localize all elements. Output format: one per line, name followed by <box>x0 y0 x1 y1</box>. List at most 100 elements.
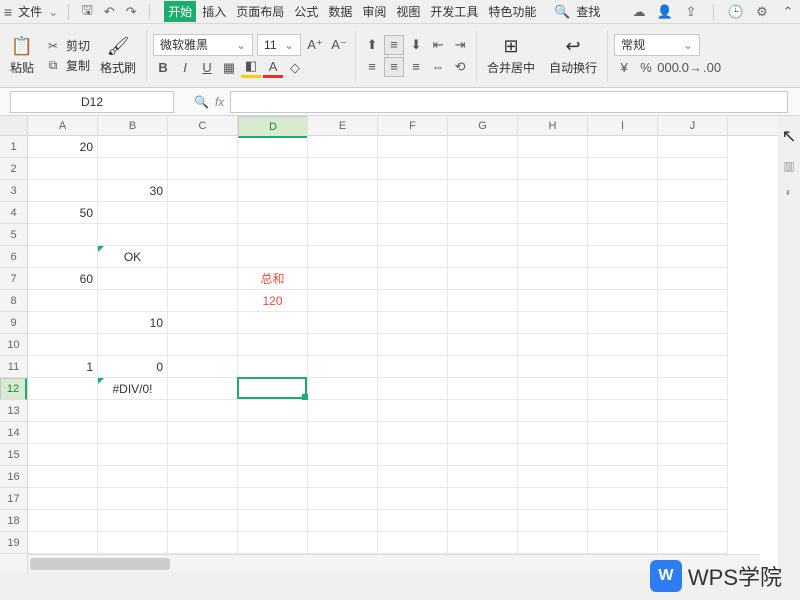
cell[interactable] <box>168 158 238 180</box>
cell[interactable] <box>378 466 448 488</box>
cell[interactable]: 50 <box>28 202 98 224</box>
cell[interactable] <box>308 268 378 290</box>
hamburger-icon[interactable]: ≡ <box>4 4 12 20</box>
number-format-select[interactable]: 常规⌄ <box>614 34 700 56</box>
cell[interactable] <box>98 224 168 246</box>
cell[interactable]: 120 <box>238 290 308 312</box>
share-icon[interactable]: ⇪ <box>683 4 699 20</box>
cell[interactable] <box>588 268 658 290</box>
column-header[interactable]: B <box>98 116 168 135</box>
cell[interactable] <box>588 246 658 268</box>
align-bottom-icon[interactable]: ⬇ <box>406 35 426 55</box>
cell[interactable] <box>448 532 518 554</box>
cell[interactable] <box>238 466 308 488</box>
cell[interactable] <box>448 202 518 224</box>
row-header[interactable]: 13 <box>0 400 27 422</box>
cell[interactable] <box>448 268 518 290</box>
cell[interactable] <box>168 268 238 290</box>
cell[interactable] <box>238 510 308 532</box>
cell[interactable] <box>168 246 238 268</box>
decimal-inc-icon[interactable]: .0→ <box>680 58 700 78</box>
cell[interactable] <box>308 400 378 422</box>
row-header[interactable]: 10 <box>0 334 27 356</box>
cell[interactable] <box>238 488 308 510</box>
cell[interactable] <box>98 400 168 422</box>
cell[interactable] <box>28 488 98 510</box>
cell[interactable] <box>378 510 448 532</box>
cell[interactable] <box>378 268 448 290</box>
cell[interactable] <box>448 378 518 400</box>
cell[interactable] <box>308 444 378 466</box>
cell[interactable] <box>518 510 588 532</box>
cell[interactable] <box>168 466 238 488</box>
cell[interactable] <box>378 334 448 356</box>
cell[interactable] <box>308 532 378 554</box>
tab-data[interactable]: 数据 <box>324 1 356 22</box>
cloud-icon[interactable]: ☁ <box>631 4 647 20</box>
column-header[interactable]: J <box>658 116 728 135</box>
align-left-icon[interactable]: ≡ <box>362 57 382 77</box>
cell[interactable] <box>448 224 518 246</box>
cell[interactable] <box>378 422 448 444</box>
cell[interactable] <box>378 202 448 224</box>
format-painter-button[interactable]: 🖌 格式刷 <box>96 33 140 78</box>
cell[interactable] <box>28 444 98 466</box>
cell[interactable] <box>658 334 728 356</box>
tab-features[interactable]: 特色功能 <box>484 1 540 22</box>
cell[interactable] <box>378 158 448 180</box>
cut-button[interactable]: ✂剪切 <box>44 37 90 55</box>
cells-area[interactable]: 203050OK60总和1201010#DIV/0! <box>28 136 782 554</box>
wrap-text-button[interactable]: ↩ 自动换行 <box>545 33 601 78</box>
cell[interactable] <box>28 246 98 268</box>
italic-button[interactable]: I <box>175 58 195 78</box>
cell[interactable] <box>168 444 238 466</box>
cell[interactable] <box>588 444 658 466</box>
cell[interactable] <box>658 510 728 532</box>
cell[interactable] <box>168 422 238 444</box>
cell[interactable] <box>98 488 168 510</box>
cell[interactable] <box>658 488 728 510</box>
cell[interactable] <box>588 334 658 356</box>
row-header[interactable]: 8 <box>0 290 27 312</box>
cell[interactable] <box>308 488 378 510</box>
cell[interactable]: 30 <box>98 180 168 202</box>
cell[interactable] <box>378 356 448 378</box>
merge-center-button[interactable]: ⊞ 合并居中 <box>483 33 539 78</box>
column-header[interactable]: H <box>518 116 588 135</box>
cell[interactable] <box>378 180 448 202</box>
cell[interactable] <box>588 400 658 422</box>
cell[interactable] <box>238 202 308 224</box>
cell[interactable] <box>658 312 728 334</box>
cell[interactable] <box>168 202 238 224</box>
cell[interactable] <box>168 488 238 510</box>
cell[interactable] <box>448 136 518 158</box>
cell[interactable] <box>168 136 238 158</box>
cell[interactable] <box>308 158 378 180</box>
cell[interactable] <box>588 356 658 378</box>
cell[interactable] <box>378 312 448 334</box>
cancel-formula-icon[interactable]: 🔍 <box>194 95 209 109</box>
tab-insert[interactable]: 插入 <box>198 1 230 22</box>
cell[interactable] <box>378 400 448 422</box>
cell[interactable] <box>28 422 98 444</box>
cell[interactable] <box>308 356 378 378</box>
cell[interactable] <box>238 444 308 466</box>
cell[interactable] <box>658 444 728 466</box>
cell[interactable] <box>448 290 518 312</box>
cell[interactable] <box>98 444 168 466</box>
cell[interactable] <box>168 510 238 532</box>
cell[interactable] <box>658 378 728 400</box>
cell[interactable] <box>308 466 378 488</box>
cell[interactable] <box>308 290 378 312</box>
cell[interactable] <box>168 532 238 554</box>
cell[interactable] <box>28 378 98 400</box>
tab-review[interactable]: 审阅 <box>358 1 390 22</box>
cell[interactable] <box>168 400 238 422</box>
column-header[interactable]: I <box>588 116 658 135</box>
side-icon-2[interactable]: ◐ <box>785 185 792 199</box>
cell[interactable] <box>308 510 378 532</box>
cell[interactable] <box>28 158 98 180</box>
cell[interactable] <box>448 158 518 180</box>
cell[interactable] <box>658 268 728 290</box>
column-header[interactable]: C <box>168 116 238 135</box>
